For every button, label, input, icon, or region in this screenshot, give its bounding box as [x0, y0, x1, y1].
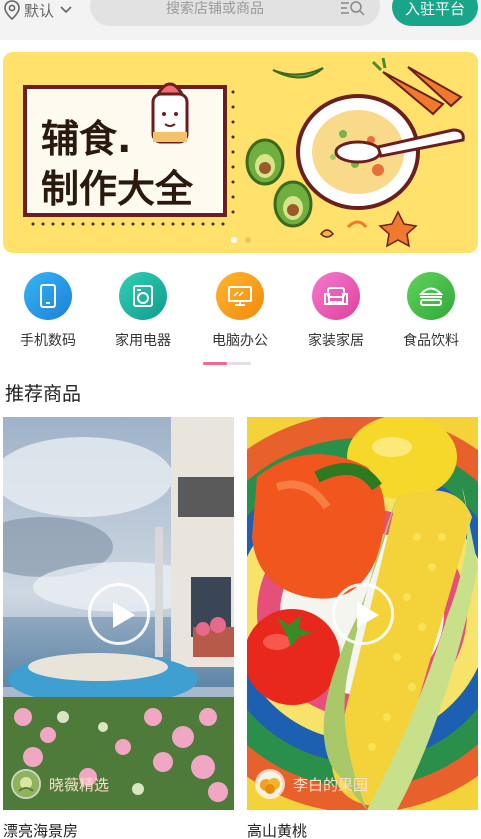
search-placeholder: 搜索店铺或商品: [166, 1, 264, 17]
banner-dot[interactable]: [230, 237, 237, 243]
section-title: 推荐商品: [5, 383, 82, 405]
category-label: 家用电器: [115, 333, 171, 349]
search-input[interactable]: 搜索店铺或商品: [90, 0, 380, 26]
category-home[interactable]: 家装家居: [291, 272, 381, 350]
category-nav: 手机数码 家用电器 电脑办公 家装家居 食品饮料: [0, 272, 481, 352]
category-scroll-indicator: [203, 362, 251, 365]
product-video-thumbnail[interactable]: 晓薇精选: [3, 417, 234, 810]
sofa-icon: [312, 272, 360, 320]
phone-icon: [24, 272, 72, 320]
chevron-down-icon: [60, 6, 72, 14]
shop-badge[interactable]: 李白的果园: [255, 769, 368, 799]
banner-dot[interactable]: [244, 237, 251, 243]
search-icon: [341, 1, 365, 16]
shop-name: 李白的果园: [293, 775, 369, 794]
category-label: 食品饮料: [403, 333, 459, 349]
shop-avatar: [11, 769, 41, 799]
promo-banner[interactable]: 辅食. 制作大全: [3, 52, 478, 253]
location-pin-icon: [4, 0, 20, 20]
washing-machine-icon: [119, 272, 167, 320]
location-label: 默认: [24, 1, 55, 20]
category-label: 手机数码: [20, 333, 76, 349]
shop-avatar: [255, 769, 285, 799]
play-icon: [357, 602, 379, 628]
category-food[interactable]: 食品饮料: [386, 272, 476, 350]
play-icon: [113, 602, 135, 628]
banner-pagination: [3, 237, 478, 243]
top-bar: 默认 搜索店铺或商品 入驻平台: [0, 0, 481, 40]
monitor-icon: [216, 272, 264, 320]
product-video-thumbnail[interactable]: 李白的果园: [247, 417, 478, 810]
category-label: 家装家居: [308, 333, 364, 349]
play-button[interactable]: [88, 583, 150, 645]
product-title[interactable]: 漂亮海景房: [3, 820, 234, 839]
category-label: 电脑办公: [212, 333, 268, 349]
product-card[interactable]: 李白的果园 高山黄桃: [247, 417, 478, 839]
category-phones[interactable]: 手机数码: [3, 272, 93, 350]
location-selector[interactable]: 默认: [4, 0, 76, 22]
shop-name: 晓薇精选: [49, 775, 110, 794]
category-office[interactable]: 电脑办公: [195, 272, 285, 350]
join-platform-button[interactable]: 入驻平台: [392, 0, 478, 26]
category-appliances[interactable]: 家用电器: [98, 272, 188, 350]
banner-title-line2: 制作大全: [41, 167, 194, 211]
shop-badge[interactable]: 晓薇精选: [11, 769, 109, 799]
product-title[interactable]: 高山黄桃: [247, 820, 478, 839]
product-card[interactable]: 晓薇精选 漂亮海景房: [3, 417, 234, 839]
play-button[interactable]: [332, 583, 394, 645]
burger-icon: [407, 272, 455, 320]
banner-title-line1: 辅食.: [41, 117, 132, 161]
